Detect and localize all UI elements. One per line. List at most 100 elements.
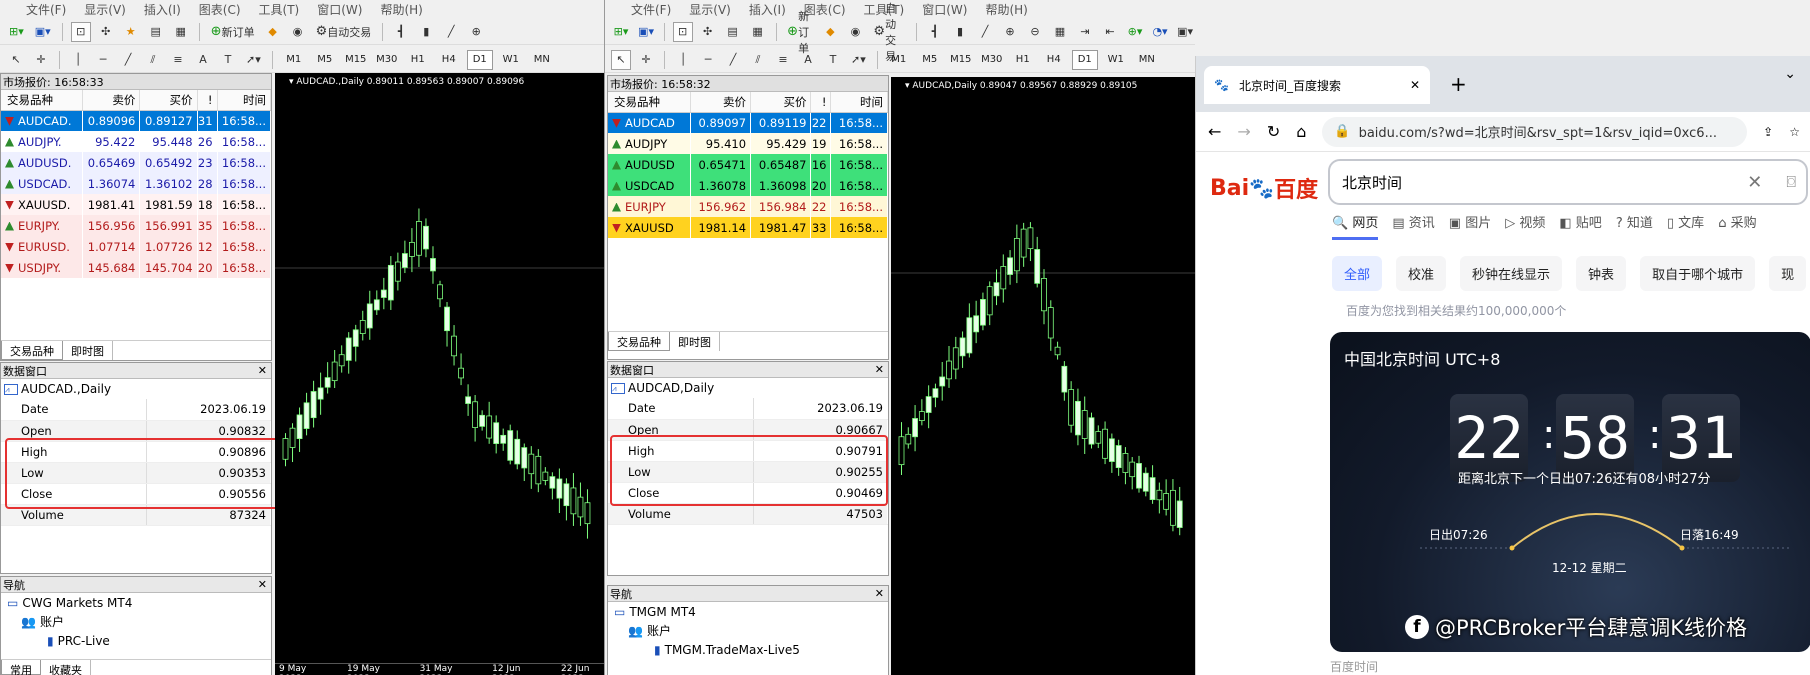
- crosshair-icon[interactable]: ✛: [31, 50, 51, 70]
- back-icon[interactable]: ←: [1208, 122, 1221, 141]
- tf-m5[interactable]: M5: [917, 50, 943, 70]
- scroll-icon[interactable]: ⇥: [1075, 22, 1095, 42]
- trendline-icon[interactable]: ╱: [723, 50, 743, 70]
- baidu-logo[interactable]: Bai 🐾 百度: [1210, 172, 1318, 204]
- arrows-icon[interactable]: ➚▾: [243, 50, 264, 70]
- symbol-row[interactable]: XAUUSD 1981.14 1981.47 33 16:58...: [608, 217, 888, 238]
- profiles-icon[interactable]: ▣▾: [636, 22, 656, 42]
- tab-ticks[interactable]: 即时图: [670, 332, 720, 351]
- close-icon[interactable]: ✕: [875, 587, 884, 600]
- nav-terminal[interactable]: ▭ TMGM MT4: [614, 602, 888, 621]
- tab-common[interactable]: 常用: [1, 660, 41, 675]
- indicators-icon[interactable]: ⊕▾: [1125, 22, 1145, 42]
- data-window-icon[interactable]: ▤: [723, 22, 743, 42]
- col-time[interactable]: 时间: [217, 90, 272, 111]
- tf-h4[interactable]: H4: [1041, 50, 1067, 70]
- cursor-icon[interactable]: ↖: [6, 50, 26, 70]
- nav-terminal[interactable]: ▭ CWG Markets MT4: [7, 593, 271, 612]
- tf-h1[interactable]: H1: [405, 50, 431, 70]
- tab-purchase[interactable]: ⌂ 采购: [1718, 212, 1756, 240]
- crosshair-icon[interactable]: ✛: [636, 50, 656, 70]
- col-bid[interactable]: 卖价: [690, 92, 752, 113]
- browser-tab[interactable]: 🐾 北京时间_百度搜索 ✕: [1204, 66, 1430, 104]
- symbol-row[interactable]: EURJPY. 156.956 156.991 35 16:58...: [1, 215, 272, 236]
- vertical-line-icon[interactable]: │: [673, 50, 693, 70]
- market-watch-icon[interactable]: ⊡: [672, 21, 693, 42]
- close-tab-icon[interactable]: ✕: [1410, 78, 1420, 92]
- chip-more[interactable]: 现: [1769, 256, 1807, 291]
- tab-images[interactable]: ▣ 图片: [1449, 212, 1491, 240]
- tester-icon[interactable]: ▦: [171, 22, 191, 42]
- tf-m15[interactable]: M15: [948, 50, 974, 70]
- period-icon[interactable]: ◔▾: [1150, 22, 1170, 42]
- reload-icon[interactable]: ↻: [1267, 122, 1280, 141]
- symbol-row[interactable]: USDCAD 1.36078 1.36098 20 16:58...: [608, 175, 888, 196]
- text-icon[interactable]: A: [798, 50, 818, 70]
- zoom-in-icon[interactable]: ⊕: [1000, 22, 1020, 42]
- star-icon[interactable]: ★: [121, 22, 141, 42]
- candles-icon[interactable]: ▮: [950, 22, 970, 42]
- fibo-icon[interactable]: ≡: [773, 50, 793, 70]
- autotrade-button[interactable]: ⚙ 自动交易: [870, 2, 908, 63]
- close-icon[interactable]: ✕: [258, 364, 267, 377]
- channel-icon[interactable]: ⫽: [748, 50, 768, 70]
- menu-file[interactable]: 文件(F): [631, 1, 671, 18]
- tab-ticks[interactable]: 即时图: [63, 341, 113, 360]
- nav-account-item[interactable]: ▮ TMGM.TradeMax-Live5: [614, 640, 888, 659]
- channel-icon[interactable]: ⫽: [143, 50, 163, 70]
- col-symbol[interactable]: 交易品种: [1, 90, 84, 111]
- metaeditor-icon[interactable]: ◆: [820, 22, 840, 42]
- metaeditor-icon[interactable]: ◆: [263, 22, 283, 42]
- tab-list-icon[interactable]: ⌄: [1784, 66, 1796, 82]
- bar-chart-icon[interactable]: ┫: [925, 22, 945, 42]
- tf-mn[interactable]: MN: [1134, 50, 1160, 70]
- profiles-icon[interactable]: ▣▾: [32, 22, 54, 42]
- tf-mn[interactable]: MN: [529, 50, 555, 70]
- new-tab-icon[interactable]: +: [1450, 72, 1467, 96]
- text-icon[interactable]: A: [193, 50, 213, 70]
- chip-city[interactable]: 取自于哪个城市: [1640, 256, 1756, 291]
- tab-symbols[interactable]: 交易品种: [1, 341, 63, 360]
- col-ask[interactable]: 买价: [139, 90, 198, 111]
- terminal-icon[interactable]: ▤: [146, 22, 166, 42]
- arrows-icon[interactable]: ➚▾: [848, 50, 869, 70]
- navigator-icon[interactable]: ✣: [698, 22, 718, 42]
- camera-icon[interactable]: ⌼: [1786, 172, 1796, 192]
- menu-chart[interactable]: 图表(C): [199, 1, 241, 18]
- close-icon[interactable]: ✕: [875, 363, 884, 376]
- symbol-row[interactable]: AUDCAD. 0.89096 0.89127 31 16:58...: [1, 110, 272, 131]
- menu-view[interactable]: 显示(V): [84, 1, 126, 18]
- col-symbol[interactable]: 交易品种: [608, 92, 691, 113]
- tab-web[interactable]: 🔍 网页: [1332, 212, 1379, 240]
- nav-accounts[interactable]: 👥 账户: [7, 612, 271, 631]
- templates-icon[interactable]: ▣▾: [1175, 22, 1195, 42]
- col-spread[interactable]: !: [197, 90, 218, 111]
- new-order-button[interactable]: ⊕ 新订单: [208, 22, 258, 42]
- bookmark-star-icon[interactable]: ☆: [1789, 125, 1800, 139]
- symbol-row[interactable]: XAUUSD. 1981.41 1981.59 18 16:58...: [1, 194, 272, 215]
- tf-d1[interactable]: D1: [466, 49, 493, 70]
- tf-w1[interactable]: W1: [1103, 50, 1129, 70]
- chip-clock[interactable]: 钟表: [1576, 256, 1627, 291]
- tab-tieba[interactable]: ◧ 贴吧: [1559, 212, 1601, 240]
- tf-m5[interactable]: M5: [312, 50, 338, 70]
- line-chart-icon[interactable]: ╱: [441, 22, 461, 42]
- symbol-row[interactable]: AUDJPY 95.410 95.429 19 16:58...: [608, 133, 888, 154]
- clear-icon[interactable]: ✕: [1747, 172, 1762, 193]
- menu-insert[interactable]: 插入(I): [144, 1, 181, 18]
- zoom-out-icon[interactable]: ⊖: [1025, 22, 1045, 42]
- signal-icon[interactable]: ◉: [845, 22, 865, 42]
- symbol-row[interactable]: AUDJPY. 95.422 95.448 26 16:58...: [1, 131, 272, 152]
- new-chart-icon[interactable]: ⊞▾: [6, 22, 27, 42]
- new-chart-icon[interactable]: ⊞▾: [611, 22, 631, 42]
- symbol-row[interactable]: EURJPY 156.962 156.984 22 16:58...: [608, 196, 888, 217]
- menu-window[interactable]: 窗口(W): [317, 1, 362, 18]
- tab-favorites[interactable]: 收藏夹: [41, 660, 91, 675]
- signal-icon[interactable]: ◉: [288, 22, 308, 42]
- url-field[interactable]: 🔒 baidu.com/s?wd=北京时间&rsv_spt=1&rsv_iqid…: [1322, 116, 1748, 147]
- beijing-time-card[interactable]: 中国北京时间 UTC+8 22 : 58 : 31 距离北京下一个日出07:26…: [1330, 332, 1810, 652]
- nav-account-item[interactable]: ▮ PRC-Live: [7, 631, 271, 650]
- price-chart[interactable]: ▾ AUDCAD,Daily 0.89047 0.89567 0.88929 0…: [891, 77, 1195, 675]
- chip-calibrate[interactable]: 校准: [1396, 256, 1447, 291]
- search-input[interactable]: 北京时间 ✕ ⌼: [1328, 159, 1808, 205]
